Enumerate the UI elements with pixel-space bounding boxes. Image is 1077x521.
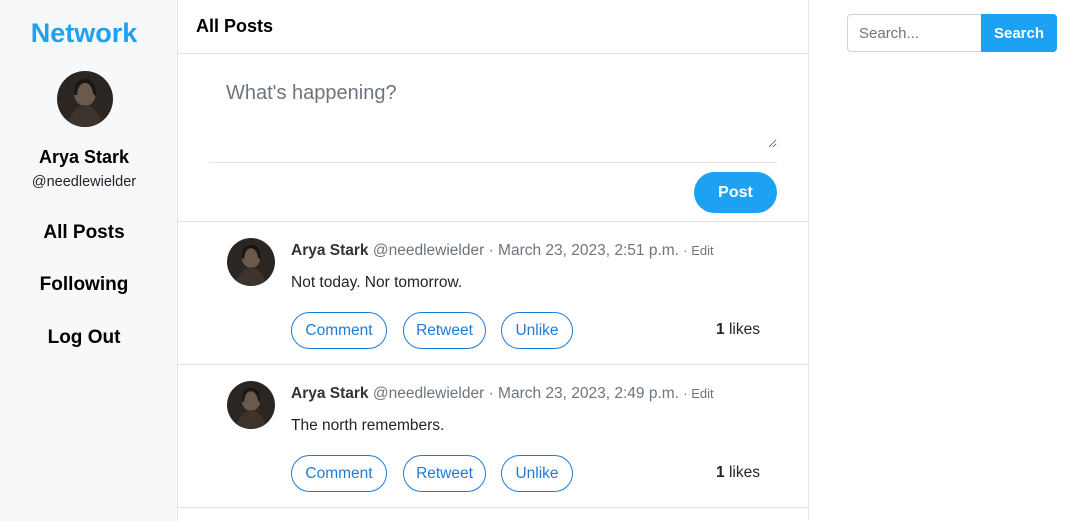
- nav-all-posts[interactable]: All Posts: [0, 222, 168, 244]
- meta-separator: ·: [488, 242, 494, 259]
- post-handle: @needlewielder: [372, 385, 485, 402]
- page-title: All Posts: [196, 16, 274, 36]
- compose-divider: [209, 162, 777, 163]
- likes-label: likes: [728, 464, 760, 481]
- comment-button[interactable]: Comment: [291, 312, 387, 349]
- post-avatar[interactable]: [227, 381, 275, 429]
- compose-input[interactable]: [209, 72, 777, 148]
- post-item: Arya Stark @needlewielder · March 23, 20…: [178, 365, 808, 508]
- brand-logo[interactable]: Network: [0, 18, 168, 49]
- post-handle: @needlewielder: [372, 242, 485, 259]
- post-meta: Arya Stark @needlewielder · March 23, 20…: [291, 242, 714, 260]
- likes-number: 1: [716, 464, 725, 481]
- post-item: Arya Stark @needlewielder · March 23, 20…: [178, 222, 808, 365]
- sidebar: Network Arya Stark @needlewielder All Po…: [0, 0, 178, 521]
- search-button[interactable]: Search: [981, 14, 1057, 52]
- edit-link[interactable]: · Edit: [683, 243, 713, 258]
- profile-handle: @needlewielder: [31, 174, 137, 190]
- post-button[interactable]: Post: [694, 172, 777, 213]
- post-meta: Arya Stark @needlewielder · March 23, 20…: [291, 385, 714, 403]
- likes-number: 1: [716, 321, 725, 338]
- main-header: All Posts: [178, 0, 808, 54]
- search-input[interactable]: [847, 14, 982, 52]
- retweet-button[interactable]: Retweet: [403, 312, 486, 349]
- profile-avatar[interactable]: [57, 71, 113, 127]
- comment-button[interactable]: Comment: [291, 455, 387, 492]
- post-avatar[interactable]: [227, 238, 275, 286]
- nav-log-out[interactable]: Log Out: [0, 327, 168, 349]
- compose-box: Post: [178, 54, 808, 222]
- profile-name: Arya Stark: [38, 147, 130, 167]
- likes-label: likes: [728, 321, 760, 338]
- likes-count: 1 likes: [716, 321, 760, 339]
- retweet-button[interactable]: Retweet: [403, 455, 486, 492]
- post-body: Not today. Nor tomorrow.: [291, 274, 463, 291]
- unlike-button[interactable]: Unlike: [501, 312, 573, 349]
- likes-count: 1 likes: [716, 464, 760, 482]
- main-feed: All Posts Post Arya Stark @needlewielder…: [178, 0, 809, 521]
- nav-following[interactable]: Following: [0, 274, 168, 296]
- meta-separator: ·: [488, 385, 494, 402]
- unlike-button[interactable]: Unlike: [501, 455, 573, 492]
- post-author[interactable]: Arya Stark: [291, 242, 369, 259]
- post-timestamp: March 23, 2023, 2:49 p.m.: [498, 385, 679, 402]
- post-timestamp: March 23, 2023, 2:51 p.m.: [498, 242, 679, 259]
- post-author[interactable]: Arya Stark: [291, 385, 369, 402]
- post-body: The north remembers.: [291, 417, 445, 434]
- edit-link[interactable]: · Edit: [683, 386, 713, 401]
